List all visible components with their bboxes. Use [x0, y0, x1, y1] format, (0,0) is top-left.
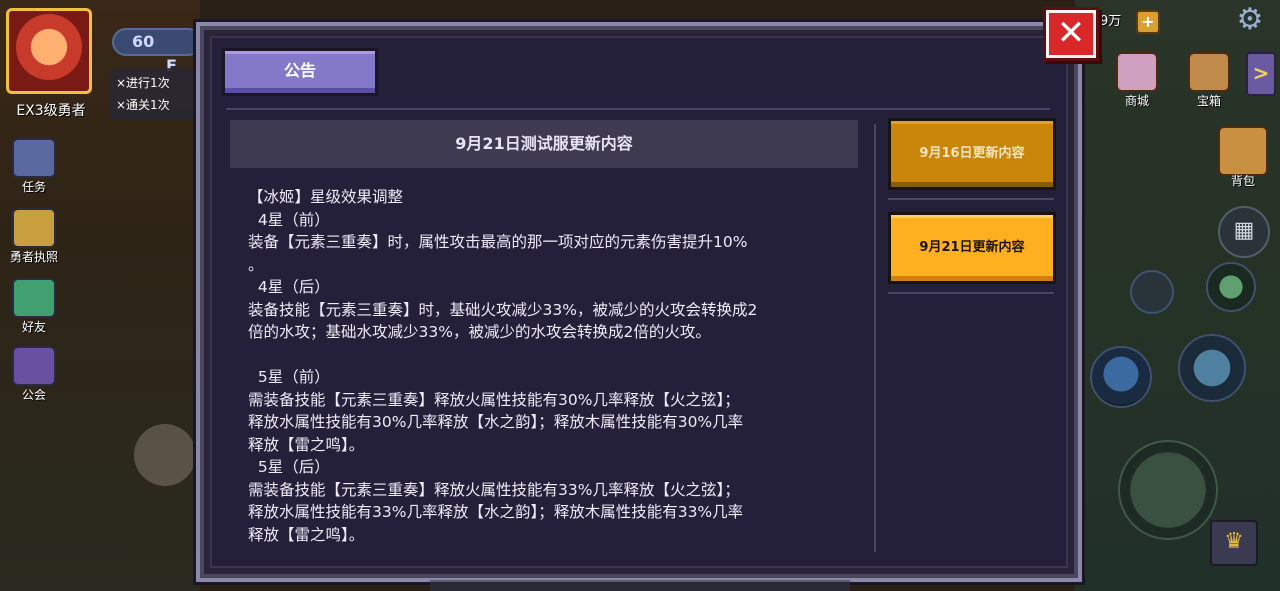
energy-counter[interactable]: 60 F	[112, 28, 202, 75]
expand-menu-arrow-icon[interactable]: >	[1246, 52, 1276, 96]
task-tip-line: ×通关1次	[116, 98, 170, 112]
side-button-friends[interactable]: 好友	[8, 278, 60, 336]
side-button-license[interactable]: 勇者执照	[8, 208, 60, 266]
settings-gear-icon[interactable]: ⚙	[1232, 2, 1268, 38]
task-tip-line: ×进行1次	[116, 76, 170, 90]
side-button-label: 好友	[21, 320, 46, 334]
side-button-guild[interactable]: 公会	[8, 346, 60, 404]
add-currency-button[interactable]: +	[1136, 10, 1160, 34]
update-tab-0916[interactable]: 9月16日更新内容	[888, 118, 1056, 190]
energy-value: 60	[132, 32, 155, 51]
player-avatar[interactable]	[6, 8, 92, 94]
side-tab-separator	[888, 198, 1054, 200]
skill-button-3[interactable]	[1206, 262, 1256, 312]
task-tips-panel: ×进行1次 ×通关1次	[110, 68, 200, 120]
dash-button[interactable]	[1130, 270, 1174, 314]
shop-icon	[1116, 52, 1158, 92]
task-icon	[12, 138, 56, 178]
update-tab-0921[interactable]: 9月21日更新内容	[888, 212, 1056, 284]
movement-joystick[interactable]	[134, 424, 196, 486]
grid-menu-icon[interactable]: ▦	[1218, 206, 1270, 258]
attack-weapon-button[interactable]	[1118, 440, 1218, 540]
player-rank-label: EX3级勇者	[16, 103, 86, 119]
announcement-text: 【冰姬】星级效果调整 4星（前） 装备【元素三重奏】时，属性攻击最高的那一项对应…	[248, 188, 758, 544]
shop-label: 商城	[1124, 94, 1149, 108]
content-title: 9月21日测试服更新内容	[230, 120, 858, 168]
side-button-label: 公会	[21, 388, 46, 402]
tab-announcement[interactable]: 公告	[222, 48, 378, 96]
shop-button[interactable]: 商城	[1112, 52, 1162, 112]
dialog-bottom-strip	[430, 580, 850, 591]
side-tab-separator	[888, 292, 1054, 294]
backpack-icon[interactable]	[1218, 126, 1268, 176]
tab-divider	[226, 108, 1050, 110]
side-button-label: 任务	[21, 180, 46, 194]
skill-button-2[interactable]	[1178, 334, 1246, 402]
close-button[interactable]: ✕	[1046, 10, 1096, 58]
crown-icon[interactable]: ♛	[1210, 520, 1258, 566]
chest-button[interactable]: 宝箱	[1184, 52, 1234, 112]
vertical-divider	[874, 124, 876, 552]
license-icon	[12, 208, 56, 248]
side-button-label: 勇者执照	[9, 250, 58, 264]
skill-button-1[interactable]	[1090, 346, 1152, 408]
chest-icon	[1188, 52, 1230, 92]
chest-label: 宝箱	[1196, 94, 1221, 108]
side-button-tasks[interactable]: 任务	[8, 138, 60, 196]
friends-icon	[12, 278, 56, 318]
backpack-label: 背包	[1230, 174, 1255, 188]
guild-icon	[12, 346, 56, 386]
